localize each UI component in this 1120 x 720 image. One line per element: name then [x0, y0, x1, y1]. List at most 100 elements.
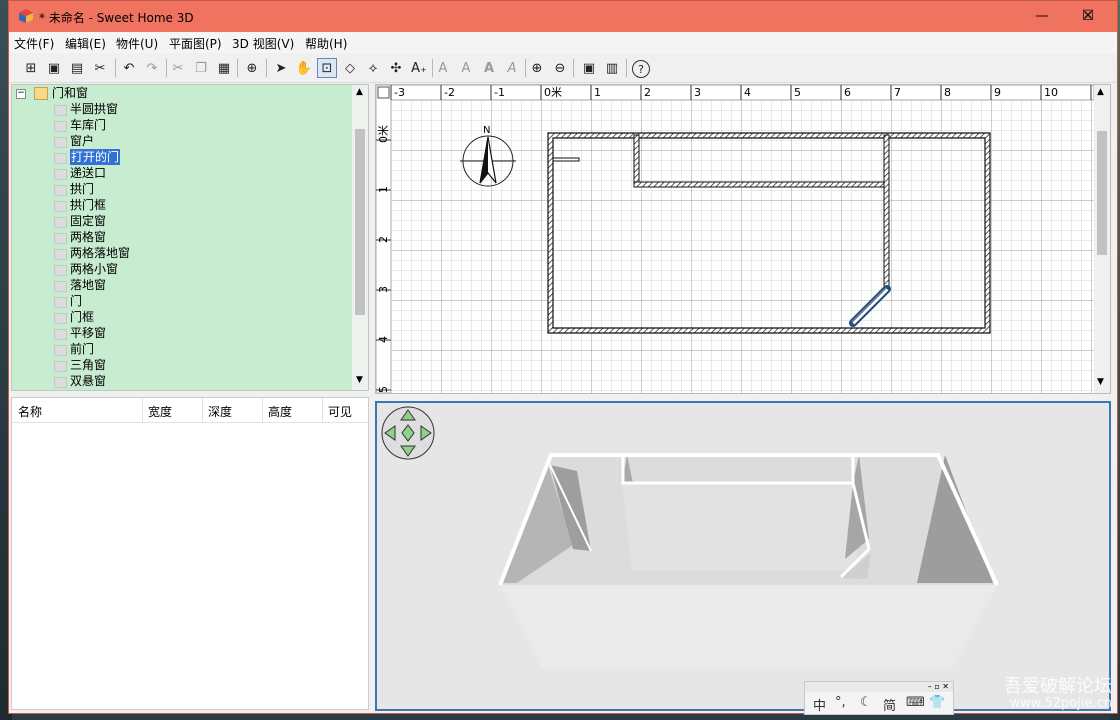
window-title: * 未命名 - Sweet Home 3D: [39, 11, 194, 25]
tree-item[interactable]: 门框: [12, 309, 352, 325]
create-polylines-icon[interactable]: ⟡: [363, 58, 383, 78]
column-visible[interactable]: 可见: [328, 403, 352, 420]
tree-item[interactable]: 前门: [12, 341, 352, 357]
furniture-table-header: 名称 宽度 深度 高度 可见: [12, 398, 368, 423]
column-separator: [202, 398, 203, 422]
ime-simplified[interactable]: 简: [883, 695, 896, 714]
preferences-icon[interactable]: ✂: [90, 58, 110, 78]
close-button[interactable]: ✕: [1065, 1, 1111, 32]
add-text-icon[interactable]: A₊: [409, 58, 429, 78]
y-ruler-label: 4: [377, 336, 390, 343]
tree-item[interactable]: 门: [12, 293, 352, 309]
small-wall[interactable]: [552, 157, 580, 162]
menu-file[interactable]: 文件(F): [14, 35, 54, 52]
menu-help[interactable]: 帮助(H): [305, 35, 347, 52]
pan-mode-icon[interactable]: ✋: [294, 58, 314, 78]
tree-item[interactable]: 三角窗: [12, 357, 352, 373]
menu-furniture[interactable]: 物件(U): [116, 35, 158, 52]
add-furniture-icon[interactable]: ⊕: [242, 58, 262, 78]
ime-toolbar-grip[interactable]: – ▫ ✕: [805, 682, 953, 692]
tree-item[interactable]: 拱门框: [12, 197, 352, 213]
column-depth[interactable]: 深度: [208, 403, 232, 420]
menu-3d-view[interactable]: 3D 视图(V): [232, 35, 294, 52]
tree-item[interactable]: 拱门: [12, 181, 352, 197]
create-video-icon[interactable]: ▥: [602, 58, 622, 78]
column-height[interactable]: 高度: [268, 403, 292, 420]
y-ruler-label: 2: [377, 236, 390, 243]
tree-item-selected[interactable]: 打开的门: [12, 149, 352, 165]
tree-item[interactable]: 递送口: [12, 165, 352, 181]
create-dimensions-icon[interactable]: ✣: [386, 58, 406, 78]
item-thumbnail-icon: [54, 377, 67, 388]
create-walls-icon[interactable]: ⊡: [317, 58, 337, 78]
scrollbar-thumb[interactable]: [355, 129, 365, 315]
zoom-in-icon[interactable]: ⊕: [527, 58, 547, 78]
tree-item-label: 双悬窗: [70, 374, 107, 388]
tree-category-row[interactable]: − 门和窗: [12, 85, 352, 101]
create-rooms-icon[interactable]: ◇: [340, 58, 360, 78]
tree-item[interactable]: 两格窗: [12, 229, 352, 245]
plan-scrollbar[interactable]: ▲ ▼: [1094, 85, 1110, 393]
cut-icon[interactable]: ✂: [168, 58, 188, 78]
tree-item[interactable]: 平移窗: [12, 325, 352, 341]
tree-item[interactable]: 半圆拱窗: [12, 101, 352, 117]
help-icon[interactable]: ?: [632, 60, 650, 78]
scroll-up-icon[interactable]: ▲: [356, 87, 363, 97]
increase-text-size-icon[interactable]: A: [433, 58, 453, 78]
tree-item[interactable]: 落地窗: [12, 277, 352, 293]
inner-wall[interactable]: [883, 134, 890, 288]
menu-plan[interactable]: 平面图(P): [169, 35, 222, 52]
open-icon[interactable]: ▣: [44, 58, 64, 78]
scroll-up-icon[interactable]: ▲: [1097, 87, 1104, 97]
item-thumbnail-icon: [54, 281, 67, 292]
redo-icon[interactable]: ↷: [142, 58, 162, 78]
plan-view[interactable]: -3-2-10米123456789101 0米12345 N: [375, 84, 1111, 394]
create-photo-icon[interactable]: ▣: [579, 58, 599, 78]
scroll-down-icon[interactable]: ▼: [356, 375, 363, 385]
furniture-table: 名称 宽度 深度 高度 可见: [11, 397, 369, 710]
inner-wall[interactable]: [633, 181, 888, 188]
column-width[interactable]: 宽度: [148, 403, 172, 420]
minimize-button[interactable]: —: [1019, 1, 1065, 32]
3d-canvas[interactable]: [377, 403, 1109, 709]
x-ruler-label: 1: [594, 86, 601, 99]
item-thumbnail-icon: [54, 361, 67, 372]
ime-keyboard-icon[interactable]: ⌨: [906, 695, 925, 710]
tree-item[interactable]: 车库门: [12, 117, 352, 133]
ime-punctuation[interactable]: °,: [835, 695, 846, 710]
zoom-out-icon[interactable]: ⊖: [550, 58, 570, 78]
item-thumbnail-icon: [54, 217, 67, 228]
plan-canvas[interactable]: -3-2-10米123456789101 0米12345 N: [376, 85, 1094, 393]
decrease-text-size-icon[interactable]: A: [456, 58, 476, 78]
save-icon[interactable]: ▤: [67, 58, 87, 78]
scroll-down-icon[interactable]: ▼: [1097, 377, 1104, 387]
tree-item-label: 固定窗: [70, 214, 107, 228]
italic-text-icon[interactable]: A: [502, 58, 522, 78]
bold-text-icon[interactable]: A: [479, 58, 499, 78]
menu-edit[interactable]: 编辑(E): [65, 35, 106, 52]
tree-category-label: 门和窗: [52, 86, 89, 100]
paste-icon[interactable]: ▦: [214, 58, 234, 78]
ime-chinese-mode[interactable]: 中: [813, 695, 826, 714]
new-home-icon[interactable]: ⊞: [21, 58, 41, 78]
catalog-scrollbar[interactable]: ▲ ▼: [352, 85, 368, 390]
ime-skin-icon[interactable]: 👕: [929, 695, 945, 710]
ime-halfwidth-icon[interactable]: ☾: [860, 695, 872, 710]
tree-item[interactable]: 固定窗: [12, 213, 352, 229]
navigation-control[interactable]: [381, 406, 435, 460]
copy-icon[interactable]: ❐: [191, 58, 211, 78]
select-mode-icon[interactable]: ➤: [271, 58, 291, 78]
tree-item[interactable]: 两格小窗: [12, 261, 352, 277]
collapse-icon[interactable]: −: [16, 89, 26, 99]
column-name[interactable]: 名称: [18, 403, 42, 420]
undo-icon[interactable]: ↶: [119, 58, 139, 78]
tree-item-label: 两格窗: [70, 230, 107, 244]
tree-item[interactable]: 双悬窗: [12, 373, 352, 389]
scrollbar-thumb[interactable]: [1097, 131, 1107, 255]
compass-north-label: N: [483, 125, 490, 136]
title-bar: * 未命名 - Sweet Home 3D — ☐: [9, 1, 1117, 32]
tree-item[interactable]: 两格落地窗: [12, 245, 352, 261]
tree-item[interactable]: 窗户: [12, 133, 352, 149]
3d-view[interactable]: [375, 401, 1111, 711]
inner-wall[interactable]: [633, 134, 640, 188]
